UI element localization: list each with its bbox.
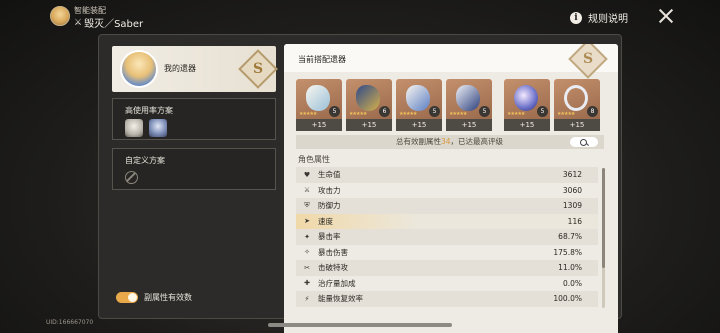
speed-icon: ➤ [304,217,310,226]
attribute-row: ⚔ 攻击力 3060 [303,185,582,195]
relic-level: +15 [396,119,442,131]
effective-substats-bar: 总有效副属性34，已达最高评级 [296,135,604,149]
grade-text-right: S [582,51,594,67]
relic-level: +15 [554,119,600,131]
custom-scheme-title: 自定义方案 [125,156,165,165]
grade-text: S [252,61,264,77]
rules-label: 规则说明 [588,14,628,25]
character-portrait [120,50,158,88]
search-icon[interactable] [570,137,598,147]
relic-slots: ★★★★★ 5 +15 ★★★★★ 6 +15 ★★★★★ 5 +15 ★★★★… [296,79,600,131]
energy-icon: ⚡ [304,294,310,303]
relic-slot-hands[interactable]: ★★★★★ 6 +15 [346,79,392,131]
relic-slot-planar-sphere[interactable]: ★★★★★ 5 +15 [504,79,550,131]
home-indicator[interactable] [268,323,452,327]
high-usage-scheme-tab[interactable]: 高使用率方案 [112,98,276,140]
attribute-row: ♥ 生命值 3612 [296,167,598,183]
high-usage-scheme-title: 高使用率方案 [125,106,173,115]
relic-level: +15 [504,119,550,131]
effective-substat-toggle[interactable] [116,292,138,303]
heal-icon: ✚ [304,279,310,288]
relic-level: +15 [446,119,492,131]
custom-scheme-tab[interactable]: 自定义方案 [112,148,276,190]
character-name-row: ⚔ 毁灭／Saber [74,15,144,31]
relic-slot-head[interactable]: ★★★★★ 5 +15 [296,79,342,131]
relic-slot-feet[interactable]: ★★★★★ 5 +15 [446,79,492,131]
top-bar: 智能装配 ⚔ 毁灭／Saber i 规则说明 [0,0,720,34]
relic-level: +15 [296,119,342,131]
empty-ban-icon [125,171,138,184]
attribute-row: ✧ 暴击伤害 175.8% [296,245,598,261]
attribute-row: ✦ 暴击率 68.7% [296,229,598,245]
relic-slot-link-rope[interactable]: ★★★★★ 8 +15 [554,79,600,131]
destruction-path-icon: ⚔ [74,17,83,28]
shield-icon: ⛨ [304,201,310,210]
attribute-row: ✂ 击破特攻 11.0% [296,260,598,276]
scheme-relic-icons [125,119,167,137]
attributes-title: 角色属性 [298,155,330,164]
attribute-row: ⚡ 能量恢复效率 100.0% [296,291,598,307]
toggle-label: 副属性有效数 [144,293,192,302]
attributes-list: ♥ 生命值 3612 ⚔ 攻击力 3060 ⛨ 防御力 1309 ➤ 速度 116 ✦ 暴击率 68… [296,167,598,307]
crit-rate-icon: ✦ [304,232,310,241]
current-relics-card: 当前搭配遗器 S ★★★★★ 5 +15 ★★★★★ 6 +15 ★★★★★ 5… [284,44,618,333]
attribute-row: ✚ 治疗量加成 0.0% [296,276,598,292]
planar-set-icon [149,119,167,137]
crit-dmg-icon: ✧ [304,248,310,257]
relic-slot-body[interactable]: ★★★★★ 5 +15 [396,79,442,131]
break-effect-icon: ✂ [304,263,310,272]
sword-icon: ⚔ [303,186,311,195]
card-title: 当前搭配遗器 [298,55,346,64]
close-icon[interactable] [658,8,674,24]
rules-button[interactable]: i 规则说明 [570,10,628,25]
effective-count: 34 [441,137,451,146]
relic-level: +15 [346,119,392,131]
info-icon: i [570,11,582,24]
attributes-scrollbar[interactable] [602,168,605,308]
effective-substat-toggle-row: 副属性有效数 [116,292,192,303]
relic-set-icon [125,119,143,137]
effective-substats-text: 总有效副属性34，已达最高评级 [396,137,504,146]
character-name: 毁灭／Saber [84,19,144,30]
attribute-row: ⛨ 防御力 1309 [296,198,598,214]
my-relics-label: 我的遗器 [164,64,196,73]
attribute-row: ➤ 速度 116 [296,213,598,229]
uid-label: UID:166667070 [46,319,94,326]
player-avatar [50,6,70,26]
heart-icon: ♥ [303,170,311,179]
